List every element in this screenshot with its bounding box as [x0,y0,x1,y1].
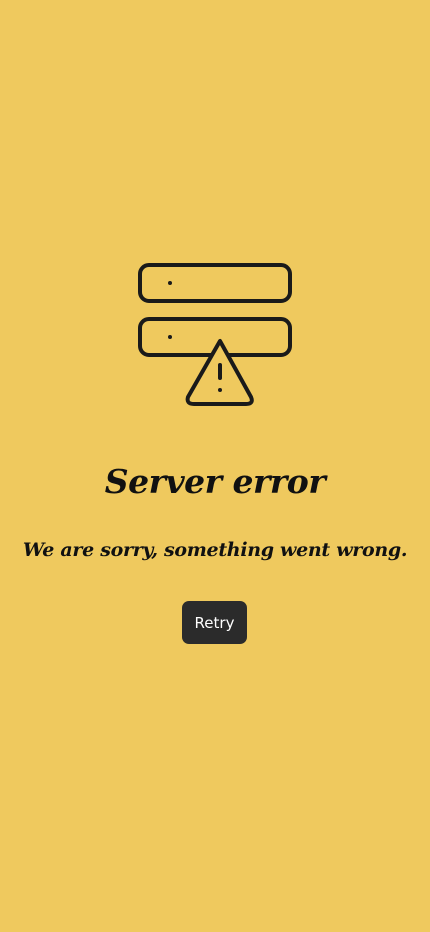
error-title: Server error [104,462,326,501]
retry-button[interactable]: Retry [182,601,247,644]
server-rack-top [138,263,292,303]
warning-triangle-icon [185,339,254,406]
server-warning-icon [138,263,292,406]
error-message: We are sorry, something went wrong. [22,539,408,561]
error-screen: Server error We are sorry, something wen… [0,0,430,932]
